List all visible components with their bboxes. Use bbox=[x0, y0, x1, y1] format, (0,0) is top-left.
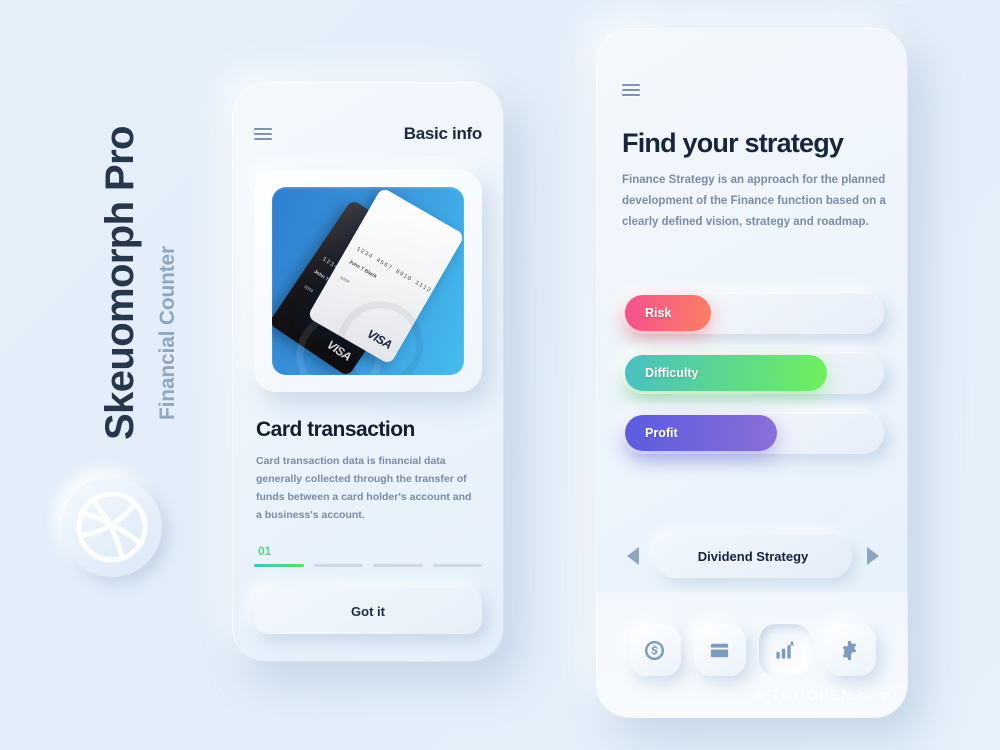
strategy-body: Finance Strategy is an approach for the … bbox=[622, 174, 886, 228]
slider-risk[interactable]: Risk bbox=[622, 292, 884, 334]
branding-block: Skeuomorph Pro Financial Counter bbox=[60, 120, 190, 460]
slider-profit[interactable]: Profit bbox=[622, 412, 884, 454]
hamburger-menu-icon[interactable] bbox=[622, 84, 640, 96]
site-watermark: TOOOPEN.com bbox=[753, 687, 892, 704]
strategy-sliders: Risk Difficulty Profit bbox=[622, 292, 884, 472]
progress-segment[interactable] bbox=[254, 564, 304, 567]
progress-segment[interactable] bbox=[373, 564, 423, 567]
dribbble-logo-icon bbox=[62, 477, 162, 577]
nav-item-settings[interactable] bbox=[823, 624, 876, 676]
progress-segment[interactable] bbox=[432, 564, 482, 567]
phone-basic-info: Basic info 1234 4567 8910 1112 John T Bl… bbox=[232, 82, 504, 662]
strategy-heading: Find your strategy bbox=[622, 128, 844, 158]
phone-find-strategy: Find your strategy Finance Strategy is a… bbox=[596, 28, 908, 718]
basic-info-topbar: Basic info bbox=[254, 124, 482, 144]
slider-difficulty[interactable]: Difficulty bbox=[622, 352, 884, 394]
strategy-topbar bbox=[622, 84, 640, 96]
page-subtitle: Financial Counter bbox=[156, 246, 179, 420]
got-it-button[interactable]: Got it bbox=[254, 588, 482, 634]
nav-item-cards[interactable] bbox=[693, 624, 746, 676]
strategy-value[interactable]: Dividend Strategy bbox=[654, 534, 852, 578]
hamburger-menu-icon[interactable] bbox=[254, 128, 272, 140]
nav-item-statistics[interactable] bbox=[758, 624, 811, 676]
credit-card-icon bbox=[710, 643, 729, 657]
chevron-right-icon[interactable] bbox=[862, 545, 884, 567]
page-title: Skeuomorph Pro bbox=[98, 126, 142, 440]
card-expiry: 12/24 bbox=[303, 283, 315, 294]
nav-item-wallet[interactable] bbox=[628, 624, 681, 676]
slider-difficulty-label[interactable]: Difficulty bbox=[625, 355, 827, 391]
step-indicator-label: 01 bbox=[258, 544, 272, 558]
card-illustration: 1234 4567 8910 1112 John T Black 12/24 V… bbox=[272, 187, 464, 375]
card-expiry: 12/24 bbox=[339, 274, 351, 285]
card-transaction-body: Card transaction data is financial data … bbox=[256, 455, 472, 521]
dollar-coin-icon bbox=[644, 640, 665, 660]
watermark-text: TOOOPEN.com bbox=[771, 687, 892, 704]
card-illustration-frame: 1234 4567 8910 1112 John T Black 12/24 V… bbox=[254, 170, 482, 392]
slider-profit-label[interactable]: Profit bbox=[625, 415, 777, 451]
strategy-picker: Dividend Strategy bbox=[622, 534, 884, 578]
watermark-logo-icon bbox=[754, 690, 767, 701]
basic-info-title: Basic info bbox=[403, 124, 483, 143]
chevron-left-icon[interactable] bbox=[622, 545, 644, 567]
slider-risk-label[interactable]: Risk bbox=[625, 295, 712, 331]
card-transaction-heading: Card transaction bbox=[256, 418, 415, 441]
progress-segments[interactable] bbox=[254, 564, 482, 567]
gear-icon bbox=[842, 640, 857, 660]
bar-chart-icon bbox=[776, 640, 794, 659]
progress-segment[interactable] bbox=[313, 564, 363, 567]
